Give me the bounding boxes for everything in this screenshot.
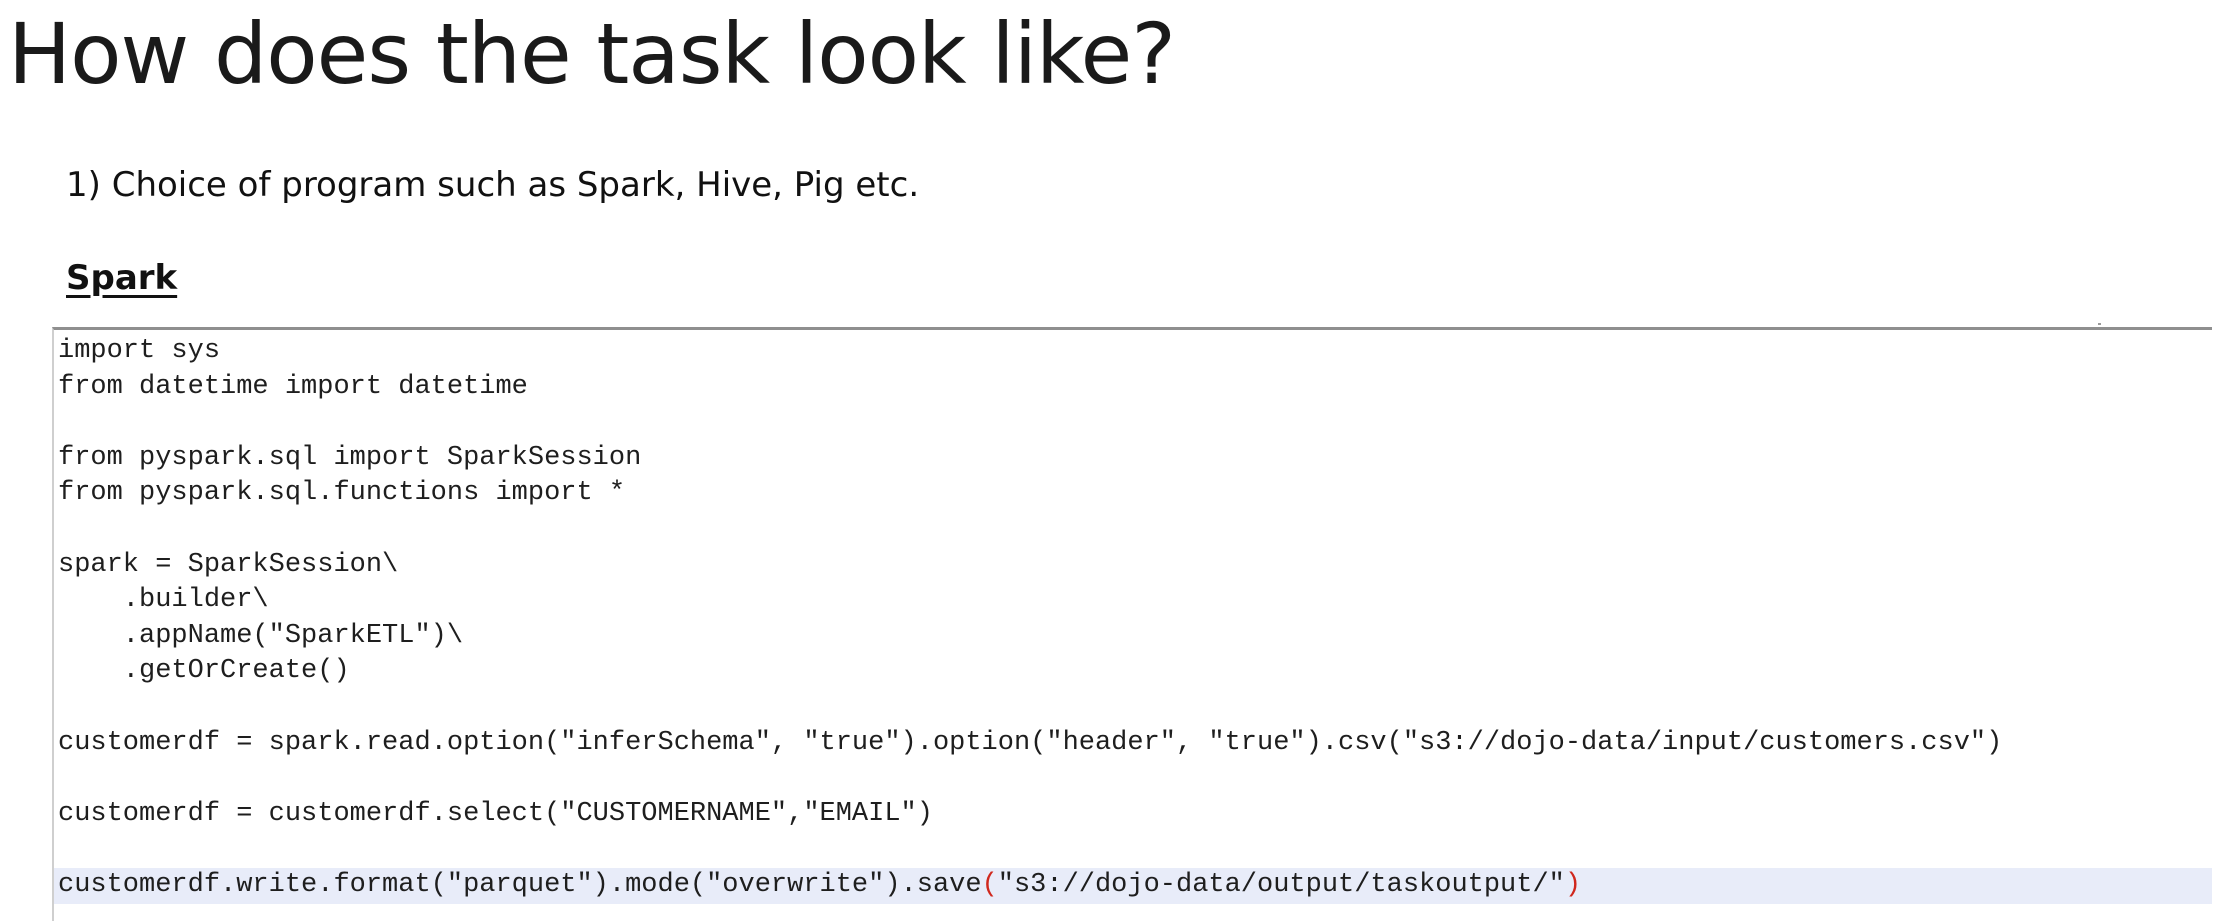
- code-line-12: customerdf = spark.read.option("inferSch…: [58, 727, 2003, 758]
- code-line-9: .appName("SparkETL")\: [58, 620, 464, 651]
- code-line-2: from datetime import datetime: [58, 371, 528, 402]
- code-line-8: .builder\: [58, 585, 269, 616]
- save-path-argument: "s3://dojo-data/output/taskoutput/": [997, 869, 1565, 900]
- code-line-5: from pyspark.sql.functions import *: [58, 478, 626, 509]
- bullet-point-1: 1) Choice of program such as Spark, Hive…: [66, 165, 920, 205]
- code-lines: import sys from datetime import datetime…: [54, 334, 2212, 904]
- slide-title: How does the task look like?: [8, 5, 1176, 103]
- code-line-16-text: customerdf.write.format("parquet").mode(…: [58, 869, 982, 900]
- code-line-16-current[interactable]: customerdf.write.format("parquet").mode(…: [54, 867, 2212, 904]
- section-heading-spark: Spark: [66, 258, 178, 298]
- matched-close-paren: ): [1564, 869, 1582, 900]
- code-line-7: spark = SparkSession\: [58, 549, 399, 580]
- code-line-10: .getOrCreate(): [58, 656, 350, 687]
- code-editor[interactable]: import sys from datetime import datetime…: [52, 327, 2212, 921]
- code-line-4: from pyspark.sql import SparkSession: [58, 442, 642, 473]
- code-line-14: customerdf = customerdf.select("CUSTOMER…: [58, 798, 933, 829]
- code-line-1: import sys: [58, 336, 221, 366]
- slide-corner-mark: [2098, 323, 2101, 325]
- matched-open-paren: (: [981, 869, 998, 900]
